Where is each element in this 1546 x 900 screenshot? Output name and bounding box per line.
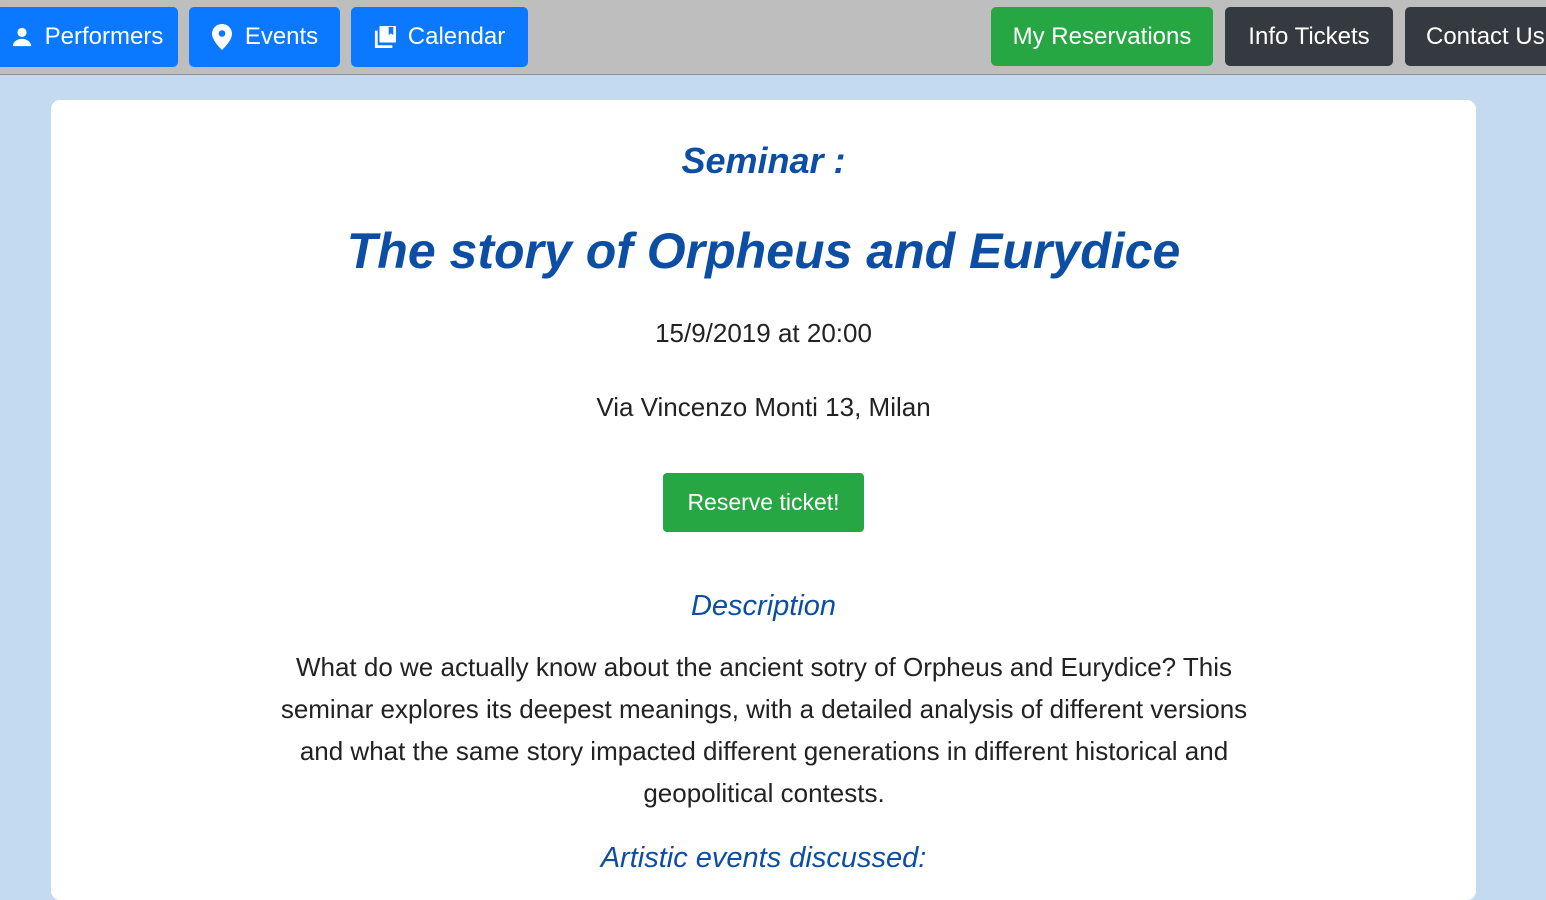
reserve-ticket-label: Reserve ticket! [687,489,840,515]
event-title: The story of Orpheus and Eurydice [346,223,1181,279]
contact-us-button[interactable]: Contact Us [1405,7,1546,66]
my-reservations-label: My Reservations [1012,22,1192,50]
library-books-icon [374,24,396,50]
artistic-events-heading: Artistic events discussed: [600,842,927,874]
person-icon [11,24,33,50]
performers-button[interactable]: Performers [0,7,178,67]
calendar-button[interactable]: Calendar [351,7,528,67]
my-reservations-button[interactable]: My Reservations [991,7,1213,66]
reserve-ticket-button[interactable]: Reserve ticket! [663,473,864,532]
top-navbar: Performers Events Calendar My Reservatio… [0,0,1546,75]
event-datetime: 15/9/2019 at 20:00 [655,318,872,348]
event-location: Via Vincenzo Monti 13, Milan [596,392,931,422]
info-tickets-button[interactable]: Info Tickets [1225,7,1393,66]
event-type-heading: Seminar : [681,140,846,181]
calendar-label: Calendar [407,23,506,50]
events-label: Events [244,23,319,50]
description-heading: Description [690,590,837,622]
description-text: What do we actually know about the ancie… [280,652,1248,808]
contact-us-label: Contact Us [1426,22,1545,50]
performers-label: Performers [44,23,164,50]
events-button[interactable]: Events [189,7,340,67]
info-tickets-label: Info Tickets [1248,22,1370,50]
map-pin-icon [211,24,233,50]
